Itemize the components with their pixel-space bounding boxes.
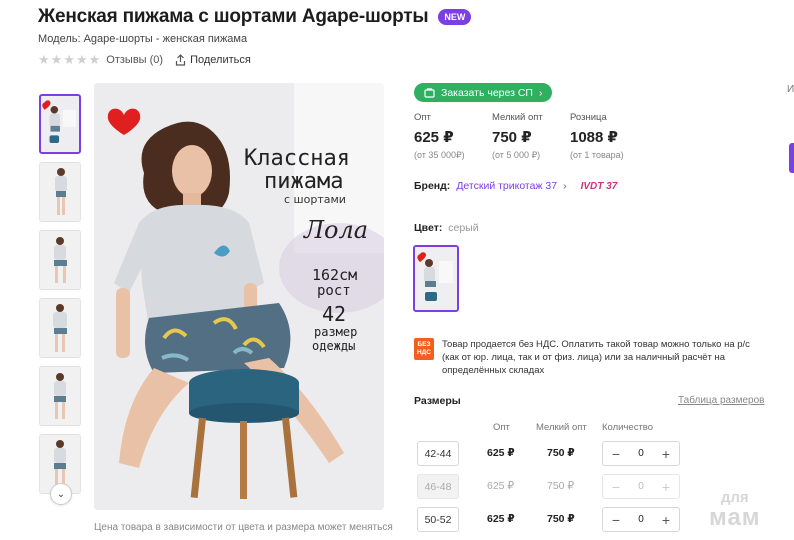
size-header-opt: Опт xyxy=(493,422,510,433)
product-title: Женская пижама с шортами Agape-шорты xyxy=(38,6,429,27)
main-photo-text-size-label1: размер xyxy=(314,325,357,339)
main-photo-text-size-label2: одежды xyxy=(312,339,355,353)
star-icon: ★ xyxy=(63,52,75,67)
color-value: серый xyxy=(448,222,479,234)
star-icon: ★ xyxy=(88,52,101,67)
main-photo-text-line1: Классная xyxy=(244,146,350,171)
main-photo-text-line3: с шортами xyxy=(284,193,346,206)
main-photo-text-size: 42 xyxy=(322,302,346,326)
price-label: Мелкий опт xyxy=(492,112,543,123)
brand-label: Бренд: xyxy=(414,180,451,192)
thumbnail[interactable] xyxy=(39,298,81,358)
side-panel-label: И xyxy=(787,84,794,95)
quantity-value[interactable]: 0 xyxy=(638,448,644,459)
quantity-stepper: − 0 + xyxy=(602,441,680,466)
size-header-qty: Количество xyxy=(602,422,654,433)
price-tier-retail: Розница 1088 ₽ (от 1 товара) xyxy=(570,112,648,161)
share-button[interactable]: Поделиться xyxy=(175,54,251,66)
side-panel-button[interactable] xyxy=(789,143,794,173)
price-value: 625 ₽ xyxy=(414,129,454,146)
size-row: 42-44 625 ₽ 750 ₽ − 0 + xyxy=(417,441,687,467)
size-option[interactable]: 46-48 xyxy=(417,474,459,499)
reviews-link[interactable]: Отзывы (0) xyxy=(106,54,163,66)
thumbnail[interactable] xyxy=(39,94,81,154)
size-header-small-opt: Мелкий опт xyxy=(536,422,587,433)
cart-icon xyxy=(424,87,435,98)
main-photo-text-height-label: рост xyxy=(317,283,351,299)
minus-button[interactable]: − xyxy=(609,479,623,495)
size-price-opt: 625 ₽ xyxy=(487,447,515,459)
size-option[interactable]: 50-52 xyxy=(417,507,459,532)
price-tiers: Опт 625 ₽ (от 35 000₽) Мелкий опт 750 ₽ … xyxy=(414,112,648,161)
minus-button[interactable]: − xyxy=(609,446,623,462)
size-price-small-opt: 750 ₽ xyxy=(547,513,575,525)
thumbnail[interactable] xyxy=(39,162,81,222)
star-icon: ★ xyxy=(38,52,50,67)
size-row: 50-52 625 ₽ 750 ₽ − 0 + xyxy=(417,507,687,533)
thumbnail[interactable] xyxy=(39,230,81,290)
sizes-title: Размеры xyxy=(414,395,461,407)
plus-button[interactable]: + xyxy=(659,446,673,462)
price-value: 1088 ₽ xyxy=(570,129,618,146)
share-label: Поделиться xyxy=(190,53,251,66)
size-price-small-opt: 750 ₽ xyxy=(547,480,575,492)
main-product-photo[interactable]: Классная пижама с шортами Лола 162см рос… xyxy=(94,83,384,510)
main-photo-text-line2: пижама xyxy=(264,169,343,194)
no-vat-text: Товар продается без НДС. Оплатить такой … xyxy=(442,339,750,376)
plus-button[interactable]: + xyxy=(659,512,673,528)
no-vat-icon: БЕЗ НДС xyxy=(414,338,434,360)
size-price-small-opt: 750 ₽ xyxy=(547,447,575,459)
color-row: Цвет: серый xyxy=(414,222,479,234)
quantity-stepper: − 0 + xyxy=(602,474,680,499)
photo-caption: Цена товара в зависимости от цвета и раз… xyxy=(94,522,393,533)
no-vat-notice: БЕЗ НДС Товар продается без НДС. Оплатит… xyxy=(414,338,764,377)
quantity-value[interactable]: 0 xyxy=(638,514,644,525)
star-icon: ★ xyxy=(50,52,63,67)
star-icon: ★ xyxy=(75,52,88,67)
brand-link[interactable]: Детский трикотаж 37 xyxy=(456,180,557,192)
size-option[interactable]: 42-44 xyxy=(417,441,459,466)
order-via-sp-label: Заказать через СП xyxy=(441,86,533,99)
share-icon xyxy=(175,53,186,66)
size-price-opt: 625 ₽ xyxy=(487,480,515,492)
new-badge: NEW xyxy=(438,9,472,25)
price-label: Розница xyxy=(570,112,607,123)
plus-button[interactable]: + xyxy=(659,479,673,495)
size-price-opt: 625 ₽ xyxy=(487,513,515,525)
quantity-stepper: − 0 + xyxy=(602,507,680,532)
price-value: 750 ₽ xyxy=(492,129,532,146)
product-model: Модель: Agape-шорты - женская пижама xyxy=(38,33,248,45)
quantity-value[interactable]: 0 xyxy=(638,481,644,492)
thumbnail-list xyxy=(39,94,83,502)
chevron-down-icon: ⌄ xyxy=(56,488,66,500)
size-row: 46-48 625 ₽ 750 ₽ − 0 + xyxy=(417,474,687,500)
price-note: (от 1 товара) xyxy=(570,150,624,160)
price-note: (от 35 000₽) xyxy=(414,150,465,160)
rating-row: ★ ★ ★ ★ ★ Отзывы (0) Поделиться xyxy=(38,53,251,66)
color-swatch-selected[interactable] xyxy=(413,245,459,312)
price-tier-small-opt: Мелкий опт 750 ₽ (от 5 000 ₽) xyxy=(492,112,570,161)
thumbnails-scroll-down-button[interactable]: ⌄ xyxy=(50,483,72,505)
price-tier-opt: Опт 625 ₽ (от 35 000₽) xyxy=(414,112,492,161)
minus-button[interactable]: − xyxy=(609,512,623,528)
price-note: (от 5 000 ₽) xyxy=(492,150,541,160)
main-photo-text-name: Лола xyxy=(303,216,368,244)
brand-row: Бренд: Детский трикотаж 37 › IVDT 37 xyxy=(414,180,617,192)
title-row: Женская пижама с шортами Agape-шорты NEW xyxy=(38,6,472,28)
order-via-sp-button[interactable]: Заказать через СП › xyxy=(414,83,553,102)
rating-stars: ★ ★ ★ ★ ★ xyxy=(38,53,100,66)
chevron-right-icon: › xyxy=(538,86,543,99)
size-table-link[interactable]: Таблица размеров xyxy=(678,395,764,406)
main-photo-text-height: 162см xyxy=(312,266,357,284)
chevron-right-icon: › xyxy=(563,180,567,192)
color-label: Цвет: xyxy=(414,222,443,234)
site-watermark: для мам xyxy=(709,489,761,531)
brand-logo[interactable]: IVDT 37 xyxy=(581,181,618,192)
thumbnail[interactable] xyxy=(39,366,81,426)
price-label: Опт xyxy=(414,112,431,123)
